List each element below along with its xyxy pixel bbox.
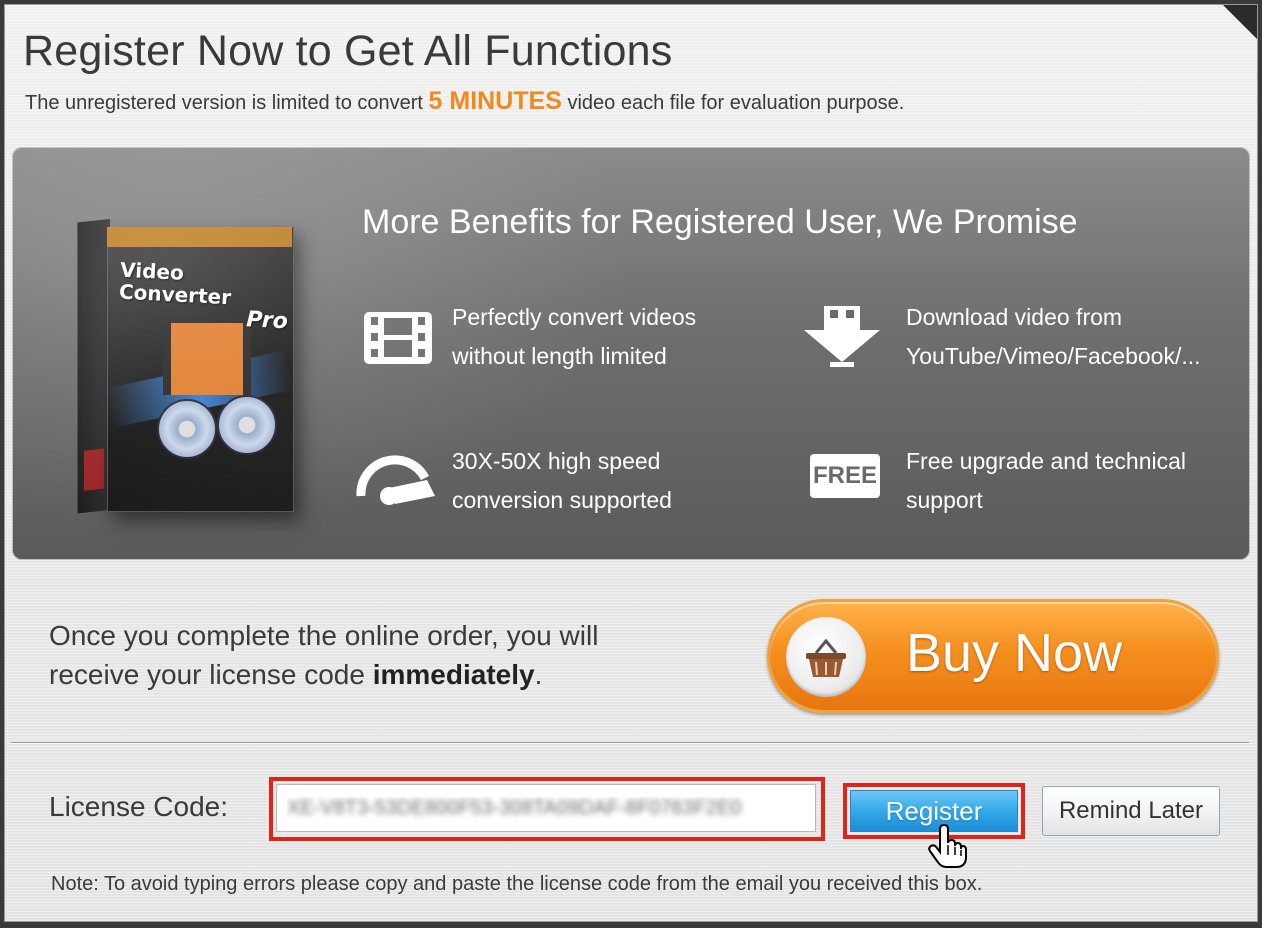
benefit-text: Perfectly convert videos without length … <box>452 304 697 369</box>
subtitle-text-before: The unregistered version is limited to c… <box>25 92 423 114</box>
buy-now-button[interactable]: Buy Now <box>767 599 1219 713</box>
license-code-label: License Code: <box>49 791 229 822</box>
product-box-side <box>77 219 110 514</box>
benefits-panel: Video Converter Pro More Benefits for Re… <box>12 147 1250 560</box>
speedometer-icon <box>356 455 435 505</box>
remind-later-button[interactable]: Remind Later <box>1042 786 1220 836</box>
film-reel-icon <box>157 399 217 459</box>
benefit-text: 30X-50X high speed conversion supported <box>452 448 672 513</box>
dialog-title: Register Now to Get All Functions <box>23 27 673 75</box>
film-strip-graphic <box>163 323 251 395</box>
corner-decoration <box>1223 5 1257 39</box>
order-info-text: Once you complete the online order, you … <box>49 620 599 690</box>
film-reel-icon <box>217 395 277 455</box>
benefit-text: Free upgrade and technical support <box>906 448 1187 513</box>
benefit-text: Download video from YouTube/Vimeo/Facebo… <box>906 304 1201 369</box>
section-divider <box>11 742 1249 744</box>
registration-dialog: Register Now to Get All Functions The un… <box>4 4 1258 922</box>
free-badge-icon: FREE <box>810 454 880 498</box>
emphasis-text: immediately <box>372 659 535 690</box>
product-box-image: Video Converter Pro <box>67 219 307 519</box>
film-icon <box>364 312 432 364</box>
benefits-title: More Benefits for Registered User, We Pr… <box>362 203 1078 241</box>
hand-cursor-icon <box>928 823 967 868</box>
basket-icon <box>786 617 866 697</box>
buy-now-label: Buy Now <box>906 623 1123 683</box>
download-icon <box>804 306 880 367</box>
subtitle-text-after: video each file for evaluation purpose. <box>567 92 905 114</box>
license-code-input[interactable] <box>276 784 816 832</box>
product-name: Video Converter Pro <box>118 257 289 335</box>
note-text: Note: To avoid typing errors please copy… <box>51 873 983 895</box>
dialog-subtitle: The unregistered version is limited to c… <box>25 87 904 116</box>
subtitle-highlight: 5 MINUTES <box>428 87 562 115</box>
